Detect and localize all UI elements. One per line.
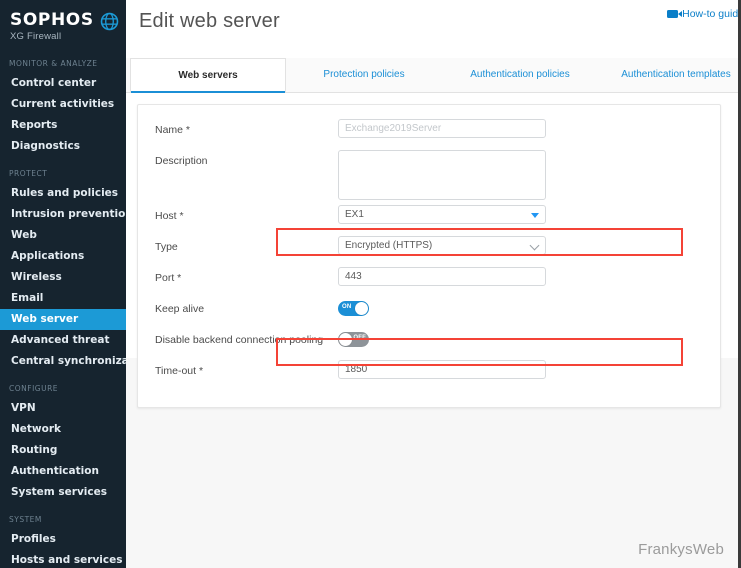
main-content: Edit web server How-to guide Web servers… — [126, 0, 738, 568]
web-server-form-card: Name * Exchange2019Server Description Ho… — [137, 104, 721, 408]
form-row-name: Name * Exchange2019Server — [138, 119, 720, 145]
timeout-field-wrap: 1850 — [338, 360, 720, 379]
sidebar-item-email[interactable]: Email — [0, 288, 126, 309]
brand-product-name: XG Firewall — [10, 31, 62, 42]
type-select-value: Encrypted (HTTPS) — [345, 240, 433, 251]
sidebar-section-heading: SYSTEM — [9, 515, 42, 524]
chevron-down-icon — [529, 240, 540, 251]
type-select[interactable]: Encrypted (HTTPS) — [338, 236, 546, 255]
description-field-wrap — [338, 150, 720, 200]
sidebar-item-central-synchronization[interactable]: Central synchronization — [0, 351, 126, 372]
sidebar-item-hosts-and-services[interactable]: Hosts and services — [0, 550, 126, 568]
globe-icon — [100, 12, 119, 36]
sidebar-item-routing[interactable]: Routing — [0, 440, 126, 461]
sidebar-navigation: SOPHOS XG Firewall MONITOR & ANALYZE Cont… — [0, 0, 126, 568]
brand-logo[interactable]: SOPHOS XG Firewall — [0, 0, 126, 42]
description-label: Description — [155, 155, 208, 167]
sidebar-item-current-activities[interactable]: Current activities — [0, 94, 126, 115]
type-label: Type — [155, 241, 178, 253]
name-field-wrap: Exchange2019Server — [338, 119, 720, 138]
sidebar-sections: MONITOR & ANALYZE Control center Current a… — [0, 59, 126, 568]
sidebar-item-advanced-threat[interactable]: Advanced threat — [0, 330, 126, 351]
how-to-guide-label: How-to guide — [682, 8, 738, 20]
host-field-wrap: EX1 — [338, 205, 720, 224]
form-row-keep-alive: Keep alive ON — [138, 298, 720, 324]
sidebar-item-control-center[interactable]: Control center — [0, 73, 126, 94]
name-input[interactable]: Exchange2019Server — [338, 119, 546, 138]
sidebar-section: MONITOR & ANALYZE Control center Current a… — [0, 59, 126, 157]
brand-text: SOPHOS XG Firewall — [10, 11, 94, 42]
tab-authentication-templates[interactable]: Authentication templates — [598, 58, 738, 92]
port-input[interactable]: 443 — [338, 267, 546, 286]
form-row-timeout: Time-out * 1850 — [138, 360, 720, 386]
sidebar-section-heading: CONFIGURE — [9, 384, 59, 393]
sidebar-section: PROTECT Rules and policies Intrusion preve… — [0, 169, 126, 372]
sidebar-item-web-server[interactable]: Web server — [0, 309, 126, 330]
sidebar-item-rules-and-policies[interactable]: Rules and policies — [0, 183, 126, 204]
timeout-input[interactable]: 1850 — [338, 360, 546, 379]
sidebar-item-reports[interactable]: Reports — [0, 115, 126, 136]
keep-alive-state-label: ON — [342, 304, 352, 310]
timeout-label: Time-out * — [155, 365, 204, 377]
toggle-knob — [339, 333, 352, 346]
sidebar-item-diagnostics[interactable]: Diagnostics — [0, 136, 126, 157]
sidebar-item-system-services[interactable]: System services — [0, 482, 126, 503]
toggle-knob — [355, 302, 368, 315]
disable-pooling-state-label: OFF — [353, 335, 366, 341]
how-to-guide-link[interactable]: How-to guide — [667, 8, 738, 20]
brand-name: SOPHOS — [10, 10, 94, 30]
keep-alive-wrap: ON — [338, 298, 720, 316]
sidebar-item-network[interactable]: Network — [0, 419, 126, 440]
form-row-port: Port * 443 — [138, 267, 720, 293]
tab-protection-policies[interactable]: Protection policies — [286, 58, 442, 92]
sidebar-section-heading: PROTECT — [9, 169, 48, 178]
host-label: Host * — [155, 210, 184, 222]
tab-bar: Web servers Protection policies Authentica… — [126, 58, 738, 93]
sidebar-item-wireless[interactable]: Wireless — [0, 267, 126, 288]
page-header: Edit web server How-to guide — [126, 0, 738, 58]
application-window: SOPHOS XG Firewall MONITOR & ANALYZE Cont… — [0, 0, 741, 568]
keep-alive-label: Keep alive — [155, 303, 205, 315]
tab-authentication-policies[interactable]: Authentication policies — [442, 58, 598, 92]
sidebar-section: CONFIGURE VPN Network Routing Authentication… — [0, 384, 126, 503]
form-row-disable-pooling: Disable backend connection pooling OFF — [138, 329, 720, 355]
disable-pooling-toggle[interactable]: OFF — [338, 332, 369, 347]
host-select-value: EX1 — [345, 209, 364, 220]
sidebar-item-authentication[interactable]: Authentication — [0, 461, 126, 482]
form-row-host: Host * EX1 — [138, 205, 720, 231]
sidebar-item-applications[interactable]: Applications — [0, 246, 126, 267]
description-textarea[interactable] — [338, 150, 546, 200]
watermark: FrankysWeb — [638, 541, 724, 558]
sidebar-item-vpn[interactable]: VPN — [0, 398, 126, 419]
disable-pooling-label: Disable backend connection pooling — [155, 334, 324, 346]
sidebar-item-web[interactable]: Web — [0, 225, 126, 246]
host-select[interactable]: EX1 — [338, 205, 546, 224]
keep-alive-toggle[interactable]: ON — [338, 301, 369, 316]
sidebar-section: SYSTEMProfilesHosts and servicesAdminist… — [0, 515, 126, 568]
tab-web-servers[interactable]: Web servers — [130, 58, 286, 93]
type-field-wrap: Encrypted (HTTPS) — [338, 236, 720, 255]
content-area: Name * Exchange2019Server Description Ho… — [126, 93, 738, 408]
sidebar-item-profiles[interactable]: Profiles — [0, 529, 126, 550]
caret-down-icon — [531, 213, 539, 218]
sidebar-section-heading: MONITOR & ANALYZE — [9, 59, 98, 68]
sidebar-item-intrusion-prevention[interactable]: Intrusion prevention — [0, 204, 126, 225]
page-title: Edit web server — [139, 10, 280, 32]
port-field-wrap: 443 — [338, 267, 720, 286]
video-camera-icon — [667, 10, 683, 18]
form-row-type: Type Encrypted (HTTPS) — [138, 236, 720, 262]
disable-pooling-wrap: OFF — [338, 329, 720, 347]
name-label: Name * — [155, 124, 191, 136]
form-row-description: Description — [138, 150, 720, 200]
port-label: Port * — [155, 272, 182, 284]
